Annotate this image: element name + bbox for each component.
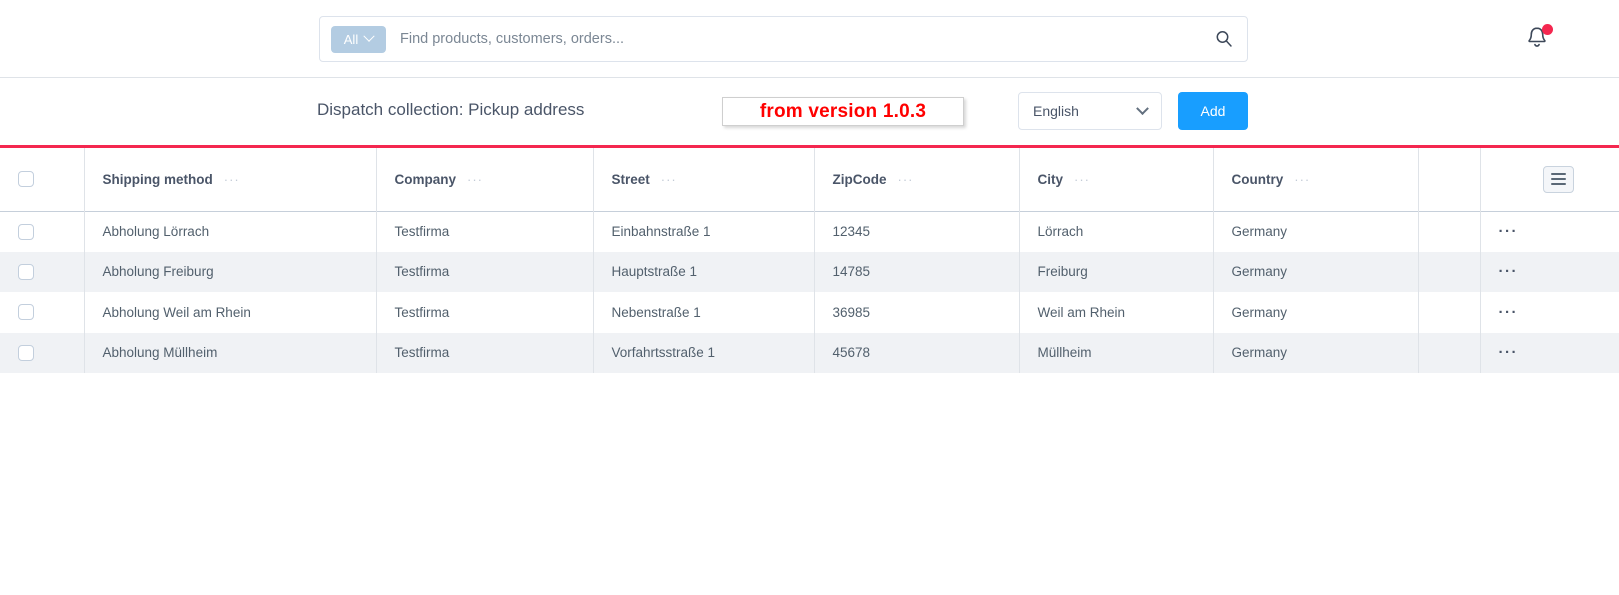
table-header-row: Shipping method ··· Company ··· Street ·… bbox=[0, 148, 1619, 211]
global-search-bar[interactable]: All bbox=[319, 16, 1248, 62]
search-scope-selector[interactable]: All bbox=[331, 25, 386, 53]
select-all-checkbox[interactable] bbox=[18, 171, 34, 188]
row-actions-icon[interactable]: ··· bbox=[1499, 344, 1519, 361]
cell-country: Germany bbox=[1213, 332, 1419, 373]
cell-shipping_method: Abholung Freiburg bbox=[84, 251, 377, 292]
column-menu-icon[interactable]: ··· bbox=[1074, 172, 1090, 187]
cell-street: Einbahnstraße 1 bbox=[593, 211, 815, 252]
row-checkbox[interactable] bbox=[18, 304, 34, 321]
cell-street: Nebenstraße 1 bbox=[593, 292, 815, 333]
table-header: Shipping method ··· Company ··· Street ·… bbox=[0, 148, 1619, 211]
row-actions-icon[interactable]: ··· bbox=[1499, 263, 1519, 280]
row-select-cell bbox=[0, 251, 85, 292]
cell-spacer bbox=[1418, 251, 1481, 292]
row-checkbox[interactable] bbox=[18, 223, 34, 240]
cell-zipcode: 36985 bbox=[814, 292, 1020, 333]
column-header-company[interactable]: Company ··· bbox=[376, 148, 594, 211]
pickup-address-table: Shipping method ··· Company ··· Street ·… bbox=[0, 145, 1619, 373]
column-menu-icon[interactable]: ··· bbox=[661, 172, 677, 187]
cell-country: Germany bbox=[1213, 251, 1419, 292]
row-select-cell bbox=[0, 292, 85, 333]
column-header-country[interactable]: Country ··· bbox=[1213, 148, 1419, 211]
table-body: Abholung Lörrach Testfirma Einbahnstraße 1… bbox=[0, 211, 1619, 373]
column-header-city[interactable]: City ··· bbox=[1019, 148, 1214, 211]
column-label: Company bbox=[394, 171, 457, 187]
column-header-street[interactable]: Street ··· bbox=[593, 148, 815, 211]
column-header-spacer bbox=[1418, 148, 1481, 211]
language-select[interactable]: English bbox=[1018, 92, 1162, 130]
search-scope-label: All bbox=[343, 31, 359, 47]
column-label: ZipCode bbox=[832, 171, 887, 187]
cell-country: Germany bbox=[1213, 211, 1419, 252]
table-row[interactable]: Abholung Freiburg Testfirma Hauptstraße 11… bbox=[0, 251, 1619, 292]
row-actions-cell: ··· bbox=[1480, 292, 1619, 333]
cell-country: Germany bbox=[1213, 292, 1419, 333]
row-actions-cell: ··· bbox=[1480, 332, 1619, 373]
table-row[interactable]: Abholung Lörrach Testfirma Einbahnstraße 1… bbox=[0, 211, 1619, 252]
row-select-cell bbox=[0, 332, 85, 373]
cell-shipping_method: Abholung Müllheim bbox=[84, 332, 377, 373]
search-icon[interactable] bbox=[1213, 28, 1235, 50]
column-header-shipping-method[interactable]: Shipping method ··· bbox=[84, 148, 377, 211]
column-menu-icon[interactable]: ··· bbox=[898, 172, 914, 187]
row-actions-icon[interactable]: ··· bbox=[1499, 304, 1519, 321]
chevron-down-icon bbox=[1136, 101, 1149, 115]
column-label: Street bbox=[611, 171, 650, 187]
top-bar: All bbox=[0, 0, 1619, 78]
cell-shipping_method: Abholung Weil am Rhein bbox=[84, 292, 377, 333]
column-label: Country bbox=[1231, 171, 1284, 187]
column-menu-icon[interactable]: ··· bbox=[1294, 172, 1310, 187]
cell-zipcode: 45678 bbox=[814, 332, 1020, 373]
table-row[interactable]: Abholung Weil am Rhein Testfirma Nebenstra… bbox=[0, 292, 1619, 333]
column-menu-icon[interactable]: ··· bbox=[224, 172, 240, 187]
cell-zipcode: 14785 bbox=[814, 251, 1020, 292]
table-settings-cell bbox=[1480, 148, 1619, 211]
page-title: Dispatch collection: Pickup address bbox=[317, 100, 585, 119]
row-actions-cell: ··· bbox=[1480, 211, 1619, 252]
hamburger-icon[interactable] bbox=[1543, 165, 1574, 193]
chevron-down-icon bbox=[363, 30, 375, 42]
add-button[interactable]: Add bbox=[1178, 92, 1248, 130]
cell-company: Testfirma bbox=[376, 332, 594, 373]
cell-city: Müllheim bbox=[1019, 332, 1214, 373]
column-header-zipcode[interactable]: ZipCode ··· bbox=[814, 148, 1020, 211]
row-actions-icon[interactable]: ··· bbox=[1499, 223, 1519, 240]
cell-company: Testfirma bbox=[376, 211, 594, 252]
page-header: Dispatch collection: Pickup address from… bbox=[0, 78, 1619, 145]
language-select-value: English bbox=[1033, 103, 1079, 119]
notifications-button[interactable] bbox=[1525, 23, 1553, 53]
cell-company: Testfirma bbox=[376, 251, 594, 292]
column-label: Shipping method bbox=[102, 171, 213, 187]
cell-company: Testfirma bbox=[376, 292, 594, 333]
row-checkbox[interactable] bbox=[18, 263, 34, 280]
cell-city: Weil am Rhein bbox=[1019, 292, 1214, 333]
search-input[interactable] bbox=[386, 31, 1213, 47]
cell-city: Lörrach bbox=[1019, 211, 1214, 252]
version-annotation-box: from version 1.0.3 bbox=[722, 97, 964, 126]
cell-shipping_method: Abholung Lörrach bbox=[84, 211, 377, 252]
cell-zipcode: 12345 bbox=[814, 211, 1020, 252]
row-checkbox[interactable] bbox=[18, 344, 34, 361]
cell-city: Freiburg bbox=[1019, 251, 1214, 292]
cell-spacer bbox=[1418, 332, 1481, 373]
cell-street: Vorfahrtsstraße 1 bbox=[593, 332, 815, 373]
cell-spacer bbox=[1418, 211, 1481, 252]
cell-street: Hauptstraße 1 bbox=[593, 251, 815, 292]
notification-badge bbox=[1542, 23, 1553, 35]
row-select-cell bbox=[0, 211, 85, 252]
cell-spacer bbox=[1418, 292, 1481, 333]
select-all-cell bbox=[0, 148, 85, 211]
table-row[interactable]: Abholung Müllheim Testfirma Vorfahrtsstraß… bbox=[0, 332, 1619, 373]
column-menu-icon[interactable]: ··· bbox=[467, 172, 483, 187]
version-annotation-text: from version 1.0.3 bbox=[759, 100, 927, 122]
column-label: City bbox=[1037, 171, 1064, 187]
row-actions-cell: ··· bbox=[1480, 251, 1619, 292]
